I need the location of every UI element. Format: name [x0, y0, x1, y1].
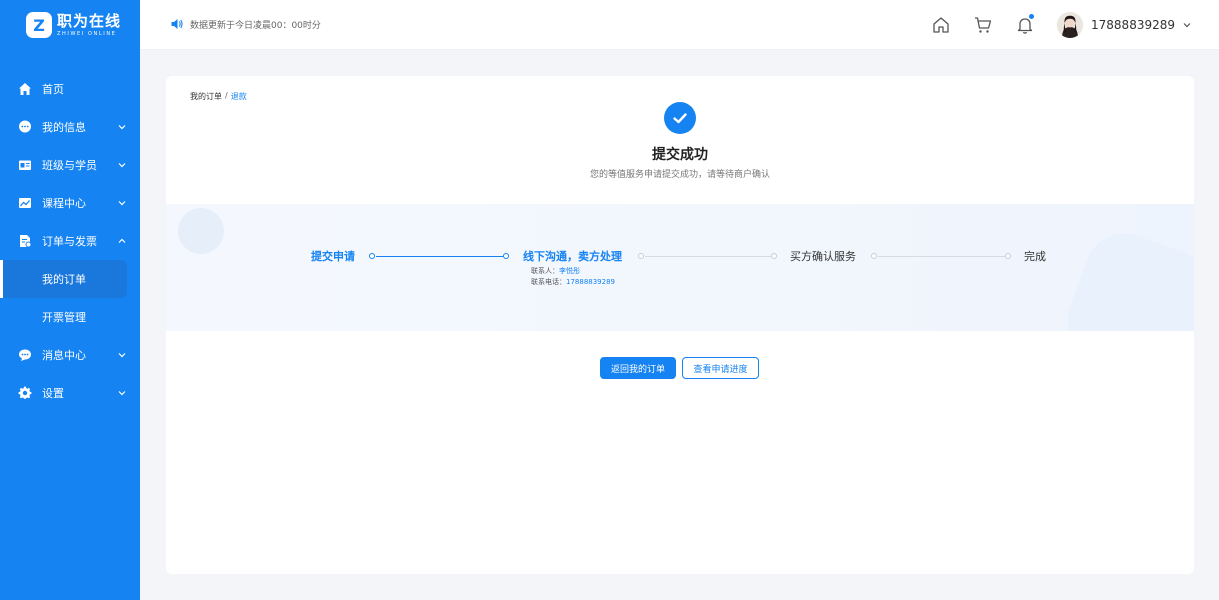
- sidebar-item-settings[interactable]: 设置: [0, 374, 140, 412]
- chat-bubble-icon: [18, 120, 32, 134]
- result-card: 我的订单 / 退款 提交成功 您的等值服务申请提交成功，请等待商户确认 提交申请…: [166, 76, 1194, 574]
- sidebar-item-label: 消息中心: [42, 349, 86, 362]
- sidebar-item-my-orders[interactable]: 我的订单: [0, 260, 127, 298]
- logo-mark: Z: [26, 12, 52, 38]
- chevron-down-icon: [118, 391, 126, 396]
- contact-person: 联系人：李悦彤: [531, 266, 580, 276]
- view-progress-button[interactable]: 查看申请进度: [682, 357, 759, 379]
- step-connector: [376, 256, 503, 257]
- step-node: [1005, 253, 1011, 259]
- step-node: [369, 253, 375, 259]
- chart-icon: [18, 196, 32, 210]
- sidebar-item-my-info[interactable]: 我的信息: [0, 108, 140, 146]
- home-icon[interactable]: [931, 15, 951, 35]
- chevron-down-icon[interactable]: [1181, 19, 1193, 31]
- step-node: [771, 253, 777, 259]
- step-complete: 完成: [1024, 250, 1046, 263]
- contact-phone-label: 联系电话：: [531, 278, 566, 286]
- breadcrumb: 我的订单 / 退款: [190, 91, 247, 102]
- step-submit: 提交申请: [311, 250, 355, 263]
- sidebar-item-label: 我的信息: [42, 121, 86, 134]
- step-offline-communication: 线下沟通，卖方处理: [523, 250, 622, 263]
- breadcrumb-root[interactable]: 我的订单: [190, 91, 222, 102]
- message-icon: [18, 348, 32, 362]
- cart-icon[interactable]: [973, 15, 993, 35]
- decorative-shape: [1056, 222, 1194, 331]
- username[interactable]: 17888839289: [1091, 18, 1175, 32]
- home-icon: [18, 82, 32, 96]
- sidebar: Z 职为在线 ZHIWEI ONLINE 首页 我的信息 班级与学员 课程中心 …: [0, 0, 140, 600]
- result-title: 提交成功: [652, 147, 708, 163]
- top-header: 数据更新于今日凌晨00：00时分 17888839289: [140, 0, 1219, 50]
- contact-phone: 联系电话：17888839289: [531, 277, 615, 287]
- sidebar-item-label: 设置: [42, 387, 64, 400]
- chevron-down-icon: [118, 201, 126, 206]
- speaker-icon: [171, 19, 183, 29]
- breadcrumb-current: 退款: [230, 92, 247, 101]
- sidebar-item-home[interactable]: 首页: [0, 70, 140, 108]
- step-connector: [645, 256, 771, 257]
- logo[interactable]: Z 职为在线 ZHIWEI ONLINE: [26, 12, 121, 38]
- chevron-down-icon: [118, 163, 126, 168]
- logo-name: 职为在线: [57, 11, 122, 30]
- contact-name: 李悦彤: [559, 267, 580, 275]
- progress-steps: 提交申请 线下沟通，卖方处理 联系人：李悦彤 联系电话：17888839289 …: [166, 204, 1194, 331]
- contact-phone-value: 17888839289: [566, 278, 615, 286]
- gear-icon: [18, 386, 32, 400]
- sidebar-item-courses[interactable]: 课程中心: [0, 184, 140, 222]
- step-node: [638, 253, 644, 259]
- sidebar-nav: 首页 我的信息 班级与学员 课程中心 订单与发票 我的订单 开票管理 消息中心 …: [0, 70, 140, 412]
- chevron-up-icon: [118, 238, 126, 243]
- document-icon: [18, 234, 32, 248]
- sidebar-item-orders-invoices[interactable]: 订单与发票: [0, 222, 140, 260]
- sidebar-item-label: 开票管理: [42, 311, 86, 324]
- breadcrumb-separator: /: [225, 91, 228, 100]
- notification-dot: [1029, 14, 1035, 19]
- header-actions: 17888839289: [931, 0, 1219, 50]
- step-connector: [878, 256, 1005, 257]
- notice-text: 数据更新于今日凌晨00：00时分: [190, 20, 321, 31]
- bell-icon[interactable]: [1015, 14, 1035, 35]
- sidebar-item-label: 我的订单: [42, 273, 86, 286]
- decorative-circle: [178, 208, 224, 254]
- sidebar-item-label: 班级与学员: [42, 159, 97, 172]
- step-buyer-confirm: 买方确认服务: [790, 250, 856, 263]
- step-node: [503, 253, 509, 259]
- avatar[interactable]: [1057, 12, 1084, 38]
- contact-name-label: 联系人：: [531, 267, 559, 275]
- id-card-icon: [18, 158, 32, 172]
- chevron-down-icon: [118, 125, 126, 130]
- back-to-orders-button[interactable]: 返回我的订单: [600, 357, 676, 379]
- logo-text: 职为在线 ZHIWEI ONLINE: [57, 11, 122, 37]
- chevron-down-icon: [118, 353, 126, 358]
- sidebar-item-messages[interactable]: 消息中心: [0, 336, 140, 374]
- result-subtitle: 您的等值服务申请提交成功，请等待商户确认: [589, 170, 770, 180]
- logo-name-en: ZHIWEI ONLINE: [57, 30, 117, 37]
- success-check-icon: [664, 102, 696, 134]
- sidebar-item-label: 订单与发票: [42, 235, 97, 248]
- sidebar-item-label: 课程中心: [42, 197, 86, 210]
- step-node: [871, 253, 877, 259]
- update-notice: 数据更新于今日凌晨00：00时分: [170, 17, 321, 31]
- sidebar-item-label: 首页: [42, 83, 64, 96]
- sidebar-item-classes[interactable]: 班级与学员: [0, 146, 140, 184]
- sidebar-item-invoice-management[interactable]: 开票管理: [0, 298, 140, 336]
